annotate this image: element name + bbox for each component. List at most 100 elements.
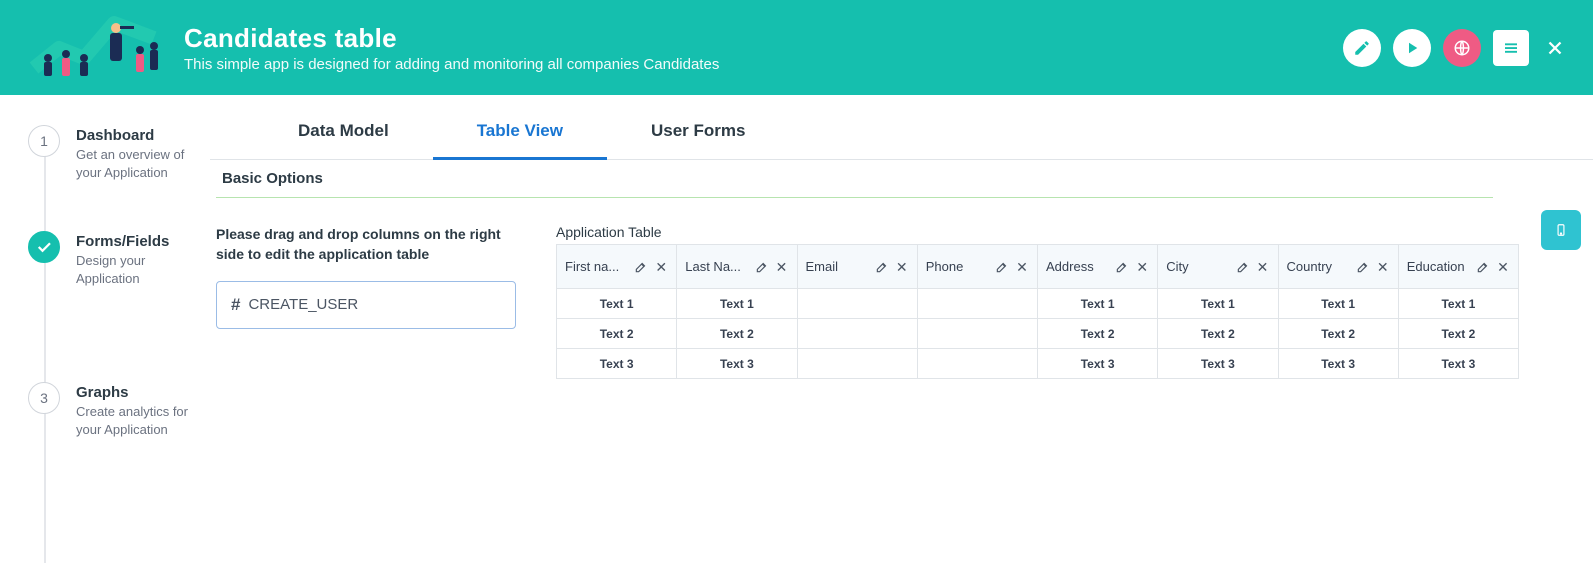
table-cell: Text 3 (677, 349, 797, 379)
table-cell (797, 319, 917, 349)
sidebar: 1DashboardGet an overview of your Applic… (0, 95, 210, 488)
table-cell (917, 319, 1037, 349)
table-cell: Text 3 (557, 349, 677, 379)
table-cell: Text 2 (1398, 319, 1518, 349)
table-cell (917, 289, 1037, 319)
step-circle: 3 (28, 382, 60, 414)
play-icon (1403, 39, 1421, 57)
app-header: Candidates table This simple app is desi… (0, 0, 1593, 95)
header-actions (1343, 29, 1569, 67)
table-cell: Text 1 (677, 289, 797, 319)
table-cell: Text 2 (557, 319, 677, 349)
step-desc: Create analytics for your Application (76, 403, 198, 438)
remove-column-icon[interactable]: ✕ (1135, 260, 1149, 274)
table-cell: Text 3 (1158, 349, 1278, 379)
table-row: Text 3Text 3Text 3Text 3Text 3Text 3 (557, 349, 1519, 379)
column-label: Education (1407, 259, 1472, 274)
page-subtitle: This simple app is designed for adding a… (184, 56, 1343, 73)
table-row: Text 1Text 1Text 1Text 1Text 1Text 1 (557, 289, 1519, 319)
column-label: Email (806, 259, 871, 274)
table-cell: Text 2 (677, 319, 797, 349)
main-content: Data ModelTable ViewUser Forms Basic Opt… (210, 95, 1593, 488)
table-cell (917, 349, 1037, 379)
column-header[interactable]: Country ✕ (1278, 245, 1398, 289)
column-label: Country (1287, 259, 1352, 274)
table-cell (797, 349, 917, 379)
close-icon (1544, 37, 1566, 59)
column-label: Phone (926, 259, 991, 274)
step-title: Forms/Fields (76, 233, 198, 250)
column-header[interactable]: Address ✕ (1038, 245, 1158, 289)
table-title: Application Table (556, 224, 1519, 240)
column-header[interactable]: Education ✕ (1398, 245, 1518, 289)
tab-data-model[interactable]: Data Model (254, 103, 433, 159)
column-label: First na... (565, 259, 630, 274)
column-header[interactable]: Last Na... ✕ (677, 245, 797, 289)
header-illustration (24, 8, 164, 88)
edit-button[interactable] (1343, 29, 1381, 67)
remove-column-icon[interactable]: ✕ (1496, 260, 1510, 274)
edit-column-icon[interactable] (755, 260, 769, 274)
edit-column-icon[interactable] (875, 260, 889, 274)
table-cell: Text 1 (1038, 289, 1158, 319)
application-table: First na...✕Last Na...✕Email✕Phone✕Addre… (556, 244, 1519, 379)
table-cell: Text 3 (1038, 349, 1158, 379)
column-header[interactable]: First na... ✕ (557, 245, 677, 289)
drag-source-panel: Please drag and drop columns on the righ… (216, 224, 516, 329)
step-desc: Design your Application (76, 252, 198, 287)
globe-icon (1453, 39, 1471, 57)
remove-column-icon[interactable]: ✕ (654, 260, 668, 274)
edit-column-icon[interactable] (1236, 260, 1250, 274)
step-circle-active (28, 231, 60, 263)
column-header[interactable]: Phone ✕ (917, 245, 1037, 289)
mobile-icon (1554, 220, 1568, 240)
close-button[interactable] (1541, 34, 1569, 62)
tabs: Data ModelTable ViewUser Forms (210, 103, 1593, 160)
table-cell: Text 3 (1398, 349, 1518, 379)
table-cell: Text 1 (1278, 289, 1398, 319)
table-cell: Text 1 (1158, 289, 1278, 319)
remove-column-icon[interactable]: ✕ (1376, 260, 1390, 274)
page-title: Candidates table (184, 23, 1343, 54)
section-label: Basic Options (216, 160, 1493, 198)
table-cell (797, 289, 917, 319)
tab-user-forms[interactable]: User Forms (607, 103, 789, 159)
drag-slot-label: CREATE_USER (248, 296, 358, 313)
sidebar-step-forms-fields[interactable]: Forms/Fields Design your Application (28, 231, 198, 287)
sidebar-step-graphs[interactable]: 3 Graphs Create analytics for your Applica… (28, 382, 198, 438)
table-cell: Text 1 (1398, 289, 1518, 319)
step-circle: 1 (28, 125, 60, 157)
mobile-preview-button[interactable] (1541, 210, 1581, 250)
table-cell: Text 1 (557, 289, 677, 319)
step-title: Graphs (76, 384, 198, 401)
edit-column-icon[interactable] (634, 260, 648, 274)
sidebar-step-dashboard[interactable]: 1DashboardGet an overview of your Applic… (28, 125, 198, 181)
edit-column-icon[interactable] (995, 260, 1009, 274)
column-header[interactable]: City ✕ (1158, 245, 1278, 289)
drag-slot-create-user[interactable]: # CREATE_USER (216, 281, 516, 329)
table-row: Text 2Text 2Text 2Text 2Text 2Text 2 (557, 319, 1519, 349)
column-label: City (1166, 259, 1231, 274)
edit-column-icon[interactable] (1115, 260, 1129, 274)
application-table-panel: Application Table First na...✕Last Na...… (556, 224, 1587, 379)
table-cell: Text 2 (1038, 319, 1158, 349)
header-text: Candidates table This simple app is desi… (184, 23, 1343, 73)
step-desc: Get an overview of your Application (76, 146, 198, 181)
remove-column-icon[interactable]: ✕ (775, 260, 789, 274)
edit-column-icon[interactable] (1356, 260, 1370, 274)
column-label: Address (1046, 259, 1111, 274)
check-icon (35, 238, 53, 256)
play-button[interactable] (1393, 29, 1431, 67)
column-label: Last Na... (685, 259, 750, 274)
column-header[interactable]: Email ✕ (797, 245, 917, 289)
drag-hint: Please drag and drop columns on the righ… (216, 224, 516, 265)
remove-column-icon[interactable]: ✕ (1256, 260, 1270, 274)
tab-table-view[interactable]: Table View (433, 103, 607, 159)
publish-button[interactable] (1443, 29, 1481, 67)
remove-column-icon[interactable]: ✕ (895, 260, 909, 274)
step-connector-line (44, 153, 46, 563)
edit-column-icon[interactable] (1476, 260, 1490, 274)
remove-column-icon[interactable]: ✕ (1015, 260, 1029, 274)
table-cell: Text 2 (1158, 319, 1278, 349)
menu-button[interactable] (1493, 30, 1529, 66)
